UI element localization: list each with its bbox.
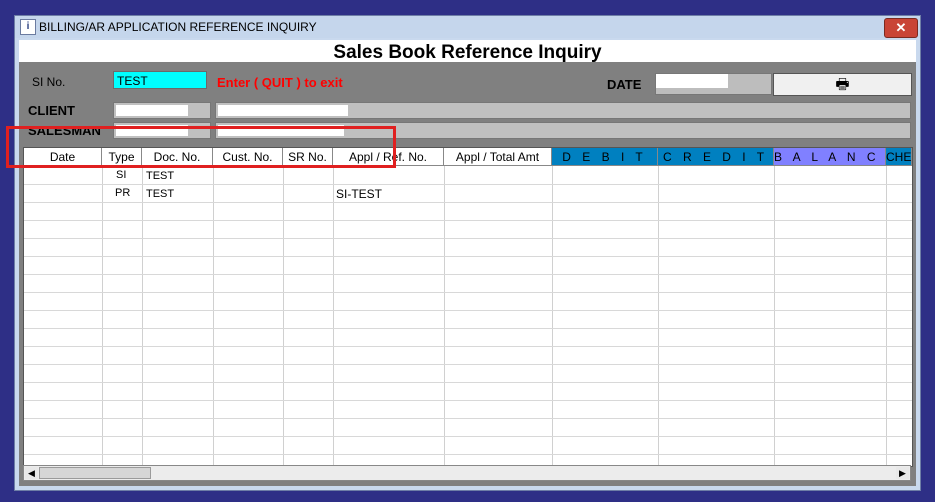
printer-icon: 🖶: [835, 76, 850, 93]
row-2-doc-no[interactable]: TEST: [146, 188, 174, 200]
grid-line: [24, 292, 912, 293]
app-window: i BILLING/AR APPLICATION REFERENCE INQUI…: [14, 15, 921, 491]
horizontal-scrollbar[interactable]: ◀ ▶: [23, 465, 911, 481]
column-header-debit[interactable]: D E B I T: [552, 148, 658, 166]
grid-line: [283, 166, 284, 466]
form-title: Sales Book Reference Inquiry: [333, 42, 602, 63]
grid-line: [24, 364, 912, 365]
grid-line: [444, 166, 445, 466]
si-no-input[interactable]: TEST: [113, 71, 207, 89]
grid-line: [24, 256, 912, 257]
row-1-doc-no[interactable]: TEST: [146, 170, 174, 182]
highlight-box: [6, 126, 396, 168]
column-header-balance[interactable]: B A L A N C E: [774, 148, 886, 166]
grid-line: [24, 220, 912, 221]
date-field[interactable]: [655, 73, 772, 95]
reference-grid[interactable]: Date Type Doc. No. Cust. No. SR No. Appl…: [23, 147, 913, 467]
grid-line: [24, 346, 912, 347]
grid-line: [24, 184, 912, 185]
grid-line: [24, 274, 912, 275]
column-header-credit[interactable]: C R E D I T: [658, 148, 774, 166]
grid-line: [886, 166, 887, 466]
grid-line: [24, 454, 912, 455]
window-title: BILLING/AR APPLICATION REFERENCE INQUIRY: [39, 20, 317, 34]
grid-line: [658, 166, 659, 466]
quit-instruction: Enter ( QUIT ) to exit: [217, 75, 343, 90]
grid-line: [24, 238, 912, 239]
grid-line: [102, 166, 103, 466]
title-bar: i BILLING/AR APPLICATION REFERENCE INQUI…: [15, 16, 920, 38]
close-button[interactable]: ✕: [884, 18, 918, 38]
grid-line: [333, 166, 334, 466]
date-label: DATE: [607, 77, 642, 92]
grid-line: [774, 166, 775, 466]
grid-line: [552, 166, 553, 466]
client-code-field[interactable]: [113, 102, 211, 119]
form-body: Sales Book Reference Inquiry SI No. TEST…: [19, 40, 916, 486]
row-1-type[interactable]: SI: [116, 169, 126, 181]
row-2-type[interactable]: PR: [115, 187, 130, 199]
client-label: CLIENT: [28, 103, 75, 118]
grid-line: [24, 400, 912, 401]
grid-line: [24, 202, 912, 203]
scroll-left-arrow-icon[interactable]: ◀: [25, 467, 38, 479]
column-header-total-amt[interactable]: Appl / Total Amt: [444, 148, 552, 166]
grid-line: [142, 166, 143, 466]
column-header-che[interactable]: CHE: [886, 148, 912, 166]
scroll-thumb[interactable]: [39, 467, 151, 479]
grid-line: [213, 166, 214, 466]
row-2-ref-no[interactable]: SI-TEST: [336, 187, 382, 201]
app-icon: i: [20, 19, 36, 35]
scroll-right-arrow-icon[interactable]: ▶: [896, 467, 909, 479]
print-button[interactable]: 🖶: [773, 73, 912, 96]
form-header: Sales Book Reference Inquiry: [19, 40, 916, 63]
grid-line: [24, 328, 912, 329]
grid-line: [24, 436, 912, 437]
client-name-field[interactable]: [215, 102, 911, 119]
grid-line: [24, 418, 912, 419]
si-no-label: SI No.: [32, 75, 66, 89]
grid-line: [24, 382, 912, 383]
grid-line: [24, 310, 912, 311]
